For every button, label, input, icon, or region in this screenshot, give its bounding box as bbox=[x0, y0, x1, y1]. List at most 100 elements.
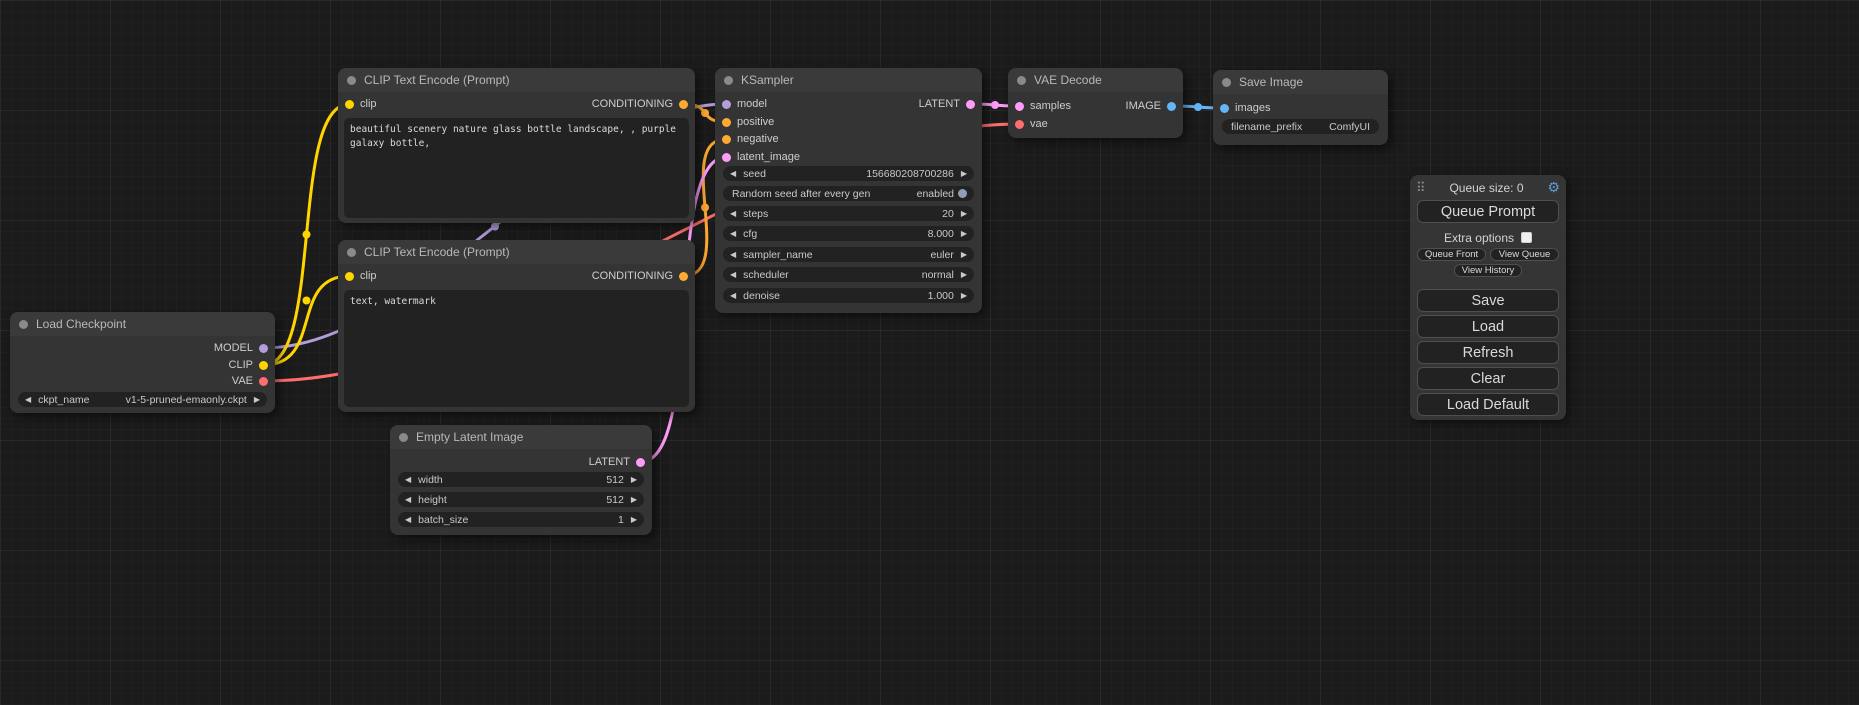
queue-front-button[interactable]: Queue Front bbox=[1417, 248, 1486, 261]
clip-input-dot[interactable] bbox=[345, 100, 354, 109]
increment-arrow-icon[interactable]: ▶ bbox=[961, 230, 967, 238]
decrement-arrow-icon[interactable]: ◀ bbox=[730, 210, 736, 218]
view-queue-button[interactable]: View Queue bbox=[1490, 248, 1559, 261]
clear-button[interactable]: Clear bbox=[1417, 367, 1559, 390]
node-empty-latent-image[interactable]: Empty Latent Image LATENT ◀ width 512 ▶ … bbox=[390, 425, 652, 535]
steps-widget[interactable]: ◀ steps 20 ▶ bbox=[723, 206, 974, 221]
slot-label: LATENT bbox=[589, 456, 630, 468]
node-load-checkpoint[interactable]: Load Checkpoint MODEL CLIP VAE ◀ ckpt_na… bbox=[10, 312, 275, 413]
ckpt-name-widget[interactable]: ◀ ckpt_name v1-5-pruned-emaonly.ckpt ▶ bbox=[18, 392, 267, 407]
node-header[interactable]: CLIP Text Encode (Prompt) bbox=[338, 240, 695, 264]
refresh-button[interactable]: Refresh bbox=[1417, 341, 1559, 364]
conditioning-output-dot[interactable] bbox=[679, 272, 688, 281]
batch-size-widget[interactable]: ◀ batch_size 1 ▶ bbox=[398, 512, 644, 527]
decrement-arrow-icon[interactable]: ◀ bbox=[730, 271, 736, 279]
collapse-dot-icon[interactable] bbox=[1017, 76, 1026, 85]
node-header[interactable]: KSampler bbox=[715, 68, 982, 92]
collapse-dot-icon[interactable] bbox=[724, 76, 733, 85]
vae-input-dot[interactable] bbox=[1015, 120, 1024, 129]
view-history-button[interactable]: View History bbox=[1454, 264, 1522, 277]
node-header[interactable]: Empty Latent Image bbox=[390, 425, 652, 449]
slot-label: CONDITIONING bbox=[592, 98, 673, 110]
input-slot-negative: negative bbox=[715, 131, 779, 147]
extra-options-checkbox[interactable] bbox=[1521, 232, 1532, 243]
positive-prompt-textarea[interactable]: beautiful scenery nature glass bottle la… bbox=[344, 118, 689, 218]
vae-output-dot[interactable] bbox=[259, 377, 268, 386]
node-header[interactable]: Save Image bbox=[1213, 70, 1388, 94]
model-input-dot[interactable] bbox=[722, 100, 731, 109]
random-seed-toggle-widget[interactable]: Random seed after every gen enabled bbox=[723, 186, 974, 201]
collapse-dot-icon[interactable] bbox=[19, 320, 28, 329]
increment-arrow-icon[interactable]: ▶ bbox=[254, 396, 260, 404]
decrement-arrow-icon[interactable]: ◀ bbox=[405, 476, 411, 484]
seed-widget[interactable]: ◀ seed 156680208700286 ▶ bbox=[723, 166, 974, 181]
latent-input-dot[interactable] bbox=[722, 153, 731, 162]
sampler-name-widget[interactable]: ◀ sampler_name euler ▶ bbox=[723, 247, 974, 262]
graph-canvas[interactable]: Load Checkpoint MODEL CLIP VAE ◀ ckpt_na… bbox=[0, 0, 1859, 705]
wire-model-midpoint-dot bbox=[491, 223, 499, 231]
node-header[interactable]: Load Checkpoint bbox=[10, 312, 275, 336]
wire-clip-negative-midpoint-dot bbox=[303, 297, 311, 305]
image-output-dot[interactable] bbox=[1167, 102, 1176, 111]
toggle-indicator-icon[interactable] bbox=[958, 189, 967, 198]
decrement-arrow-icon[interactable]: ◀ bbox=[405, 496, 411, 504]
settings-gear-icon[interactable]: ⚙ bbox=[1547, 179, 1560, 196]
decrement-arrow-icon[interactable]: ◀ bbox=[730, 292, 736, 300]
input-slot-latent-image: latent_image bbox=[715, 149, 800, 165]
collapse-dot-icon[interactable] bbox=[347, 248, 356, 257]
increment-arrow-icon[interactable]: ▶ bbox=[961, 251, 967, 259]
decrement-arrow-icon[interactable]: ◀ bbox=[25, 396, 31, 404]
queue-menu-panel: ⠿ Queue size: 0 ⚙ Queue Prompt Extra opt… bbox=[1410, 175, 1566, 420]
decrement-arrow-icon[interactable]: ◀ bbox=[730, 230, 736, 238]
decrement-arrow-icon[interactable]: ◀ bbox=[405, 516, 411, 524]
positive-input-dot[interactable] bbox=[722, 118, 731, 127]
node-vae-decode[interactable]: VAE Decode samples vae IMAGE bbox=[1008, 68, 1183, 138]
collapse-dot-icon[interactable] bbox=[1222, 78, 1231, 87]
clip-output-dot[interactable] bbox=[259, 361, 268, 370]
latent-output-dot[interactable] bbox=[966, 100, 975, 109]
filename-prefix-widget[interactable]: filename_prefix ComfyUI bbox=[1222, 119, 1379, 134]
negative-prompt-textarea[interactable]: text, watermark bbox=[344, 290, 689, 407]
load-default-button[interactable]: Load Default bbox=[1417, 393, 1559, 416]
drag-handle-icon[interactable]: ⠿ bbox=[1416, 180, 1426, 196]
increment-arrow-icon[interactable]: ▶ bbox=[961, 271, 967, 279]
images-input-dot[interactable] bbox=[1220, 104, 1229, 113]
widget-value: 512 bbox=[606, 494, 624, 506]
latent-output-dot[interactable] bbox=[636, 458, 645, 467]
collapse-dot-icon[interactable] bbox=[347, 76, 356, 85]
collapse-dot-icon[interactable] bbox=[399, 433, 408, 442]
model-output-dot[interactable] bbox=[259, 344, 268, 353]
widget-value: normal bbox=[922, 269, 954, 281]
width-widget[interactable]: ◀ width 512 ▶ bbox=[398, 472, 644, 487]
node-title: Empty Latent Image bbox=[416, 430, 523, 444]
samples-input-dot[interactable] bbox=[1015, 102, 1024, 111]
save-button[interactable]: Save bbox=[1417, 289, 1559, 312]
height-widget[interactable]: ◀ height 512 ▶ bbox=[398, 492, 644, 507]
increment-arrow-icon[interactable]: ▶ bbox=[961, 170, 967, 178]
increment-arrow-icon[interactable]: ▶ bbox=[961, 210, 967, 218]
node-clip-text-encode-positive[interactable]: CLIP Text Encode (Prompt) clip CONDITION… bbox=[338, 68, 695, 223]
node-clip-text-encode-negative[interactable]: CLIP Text Encode (Prompt) clip CONDITION… bbox=[338, 240, 695, 412]
clip-input-dot[interactable] bbox=[345, 272, 354, 281]
cfg-widget[interactable]: ◀ cfg 8.000 ▶ bbox=[723, 226, 974, 241]
increment-arrow-icon[interactable]: ▶ bbox=[631, 476, 637, 484]
node-ksampler[interactable]: KSampler model positive negative latent_… bbox=[715, 68, 982, 313]
decrement-arrow-icon[interactable]: ◀ bbox=[730, 251, 736, 259]
output-slot-model: MODEL bbox=[214, 340, 275, 356]
denoise-widget[interactable]: ◀ denoise 1.000 ▶ bbox=[723, 288, 974, 303]
decrement-arrow-icon[interactable]: ◀ bbox=[730, 170, 736, 178]
increment-arrow-icon[interactable]: ▶ bbox=[961, 292, 967, 300]
slot-label: vae bbox=[1030, 118, 1048, 130]
node-save-image[interactable]: Save Image images filename_prefix ComfyU… bbox=[1213, 70, 1388, 145]
node-header[interactable]: CLIP Text Encode (Prompt) bbox=[338, 68, 695, 92]
widget-name: cfg bbox=[743, 228, 927, 240]
output-slot-clip: CLIP bbox=[229, 357, 275, 373]
scheduler-widget[interactable]: ◀ scheduler normal ▶ bbox=[723, 267, 974, 282]
load-button[interactable]: Load bbox=[1417, 315, 1559, 338]
increment-arrow-icon[interactable]: ▶ bbox=[631, 496, 637, 504]
conditioning-output-dot[interactable] bbox=[679, 100, 688, 109]
negative-input-dot[interactable] bbox=[722, 135, 731, 144]
queue-prompt-button[interactable]: Queue Prompt bbox=[1417, 200, 1559, 223]
increment-arrow-icon[interactable]: ▶ bbox=[631, 516, 637, 524]
node-header[interactable]: VAE Decode bbox=[1008, 68, 1183, 92]
